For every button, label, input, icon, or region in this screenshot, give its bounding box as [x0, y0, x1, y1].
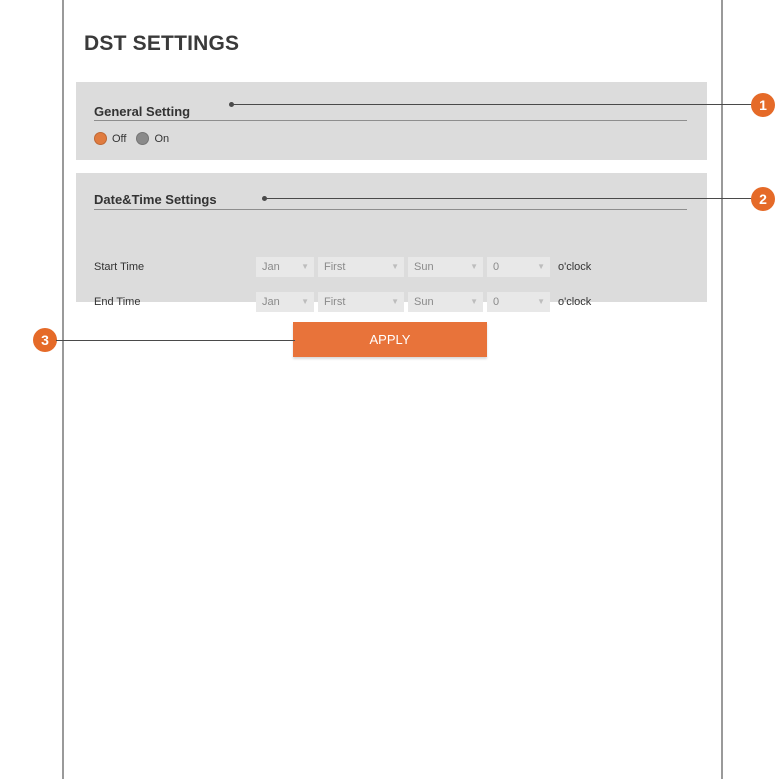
callout-1-badge: 1	[751, 93, 775, 117]
start-week-select[interactable]: First ▼	[318, 257, 404, 277]
general-setting-divider	[94, 120, 687, 121]
radio-selected-icon[interactable]	[94, 132, 107, 145]
start-day-value: Sun	[414, 261, 434, 273]
chevron-down-icon: ▼	[391, 262, 399, 271]
dst-toggle-group: Off On	[94, 132, 179, 145]
chevron-down-icon: ▼	[470, 262, 478, 271]
end-month-value: Jan	[262, 296, 280, 308]
start-month-value: Jan	[262, 261, 280, 273]
general-setting-heading: General Setting	[94, 104, 191, 119]
callout-2-line	[265, 198, 752, 199]
datetime-settings-panel: Date&Time Settings Start Time Jan ▼ Firs…	[76, 173, 707, 312]
end-hour-value: 0	[493, 296, 500, 308]
callout-3-badge: 3	[33, 328, 57, 352]
start-week-value: First	[324, 261, 346, 273]
chevron-down-icon: ▼	[391, 297, 399, 306]
end-hour-select[interactable]: 0 ▼	[487, 292, 550, 312]
end-week-value: First	[324, 296, 346, 308]
start-day-select[interactable]: Sun ▼	[408, 257, 483, 277]
start-hour-value: 0	[493, 261, 500, 273]
start-month-select[interactable]: Jan ▼	[256, 257, 314, 277]
general-setting-panel: General Setting Off On	[76, 82, 707, 160]
page-title: DST SETTINGS	[84, 32, 240, 55]
chevron-down-icon: ▼	[301, 262, 309, 271]
end-week-select[interactable]: First ▼	[318, 292, 404, 312]
end-day-select[interactable]: Sun ▼	[408, 292, 483, 312]
callout-3-line	[56, 340, 295, 341]
chevron-down-icon: ▼	[301, 297, 309, 306]
end-day-value: Sun	[414, 296, 434, 308]
chevron-down-icon: ▼	[470, 297, 478, 306]
start-time-label: Start Time	[94, 261, 145, 273]
callout-2-badge: 2	[751, 187, 775, 211]
callout-1-line	[232, 104, 752, 105]
datetime-settings-heading: Date&Time Settings	[94, 192, 217, 207]
start-oclock-label: o'clock	[558, 261, 592, 273]
start-hour-select[interactable]: 0 ▼	[487, 257, 550, 277]
dst-off-label: Off	[112, 132, 127, 145]
dst-off-radio[interactable]: Off	[94, 132, 126, 145]
end-month-select[interactable]: Jan ▼	[256, 292, 314, 312]
chevron-down-icon: ▼	[537, 297, 545, 306]
end-time-row: End Time Jan ▼ First ▼ Sun ▼ 0 ▼ o'clock	[94, 292, 591, 312]
end-time-label: End Time	[94, 296, 141, 308]
dst-on-radio[interactable]: On	[136, 132, 169, 145]
start-time-row: Start Time Jan ▼ First ▼ Sun ▼ 0 ▼ o'clo…	[94, 257, 591, 277]
dst-on-label: On	[154, 132, 170, 145]
apply-button[interactable]: APPLY	[293, 322, 487, 357]
datetime-settings-divider	[94, 209, 687, 210]
chevron-down-icon: ▼	[537, 262, 545, 271]
radio-unselected-icon[interactable]	[136, 132, 150, 145]
end-oclock-label: o'clock	[558, 296, 592, 308]
